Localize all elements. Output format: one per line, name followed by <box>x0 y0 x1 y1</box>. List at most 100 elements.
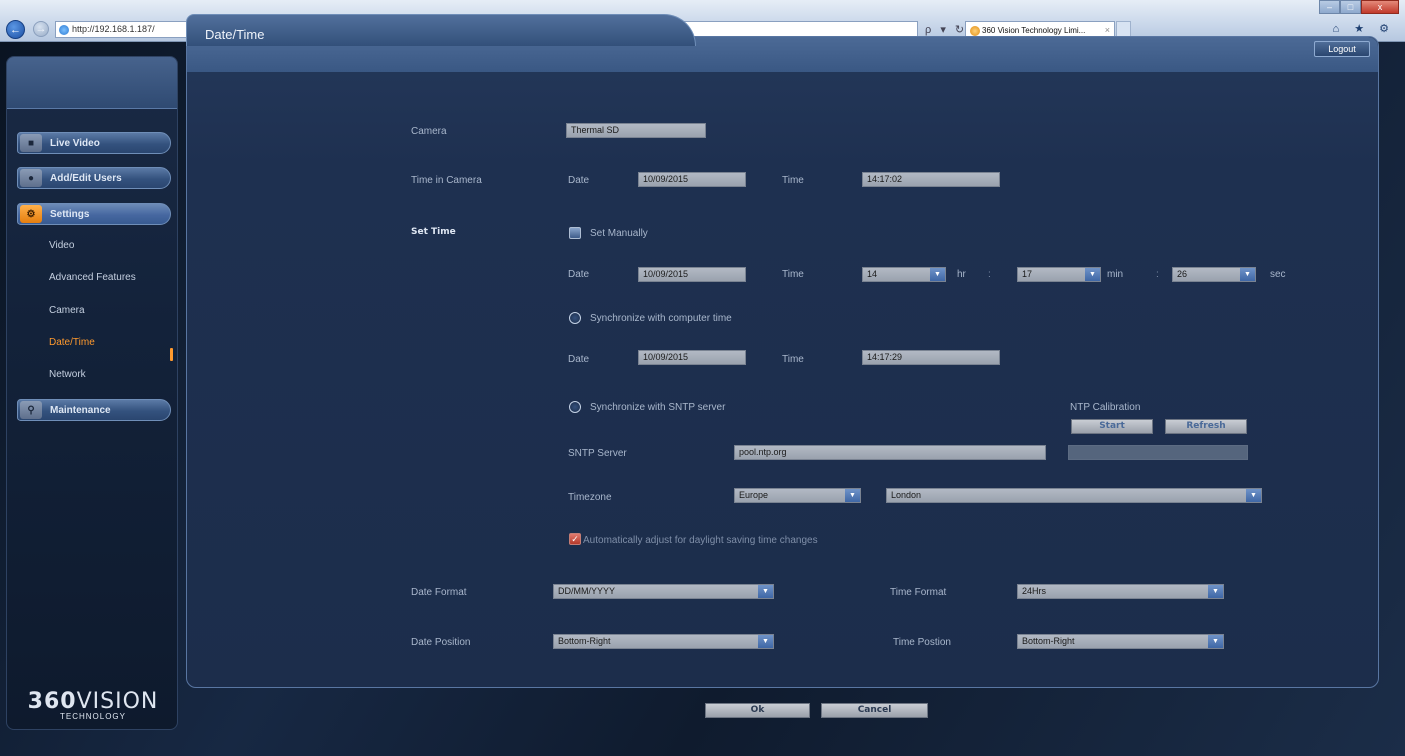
sidebar-item-video[interactable]: Video <box>49 240 74 251</box>
timezone-region-select[interactable]: Europe ▼ <box>734 488 861 503</box>
hour-select[interactable]: 14 ▼ <box>862 267 946 282</box>
sidebar: ■ Live Video ● Add/Edit Users ⚙ Settings… <box>6 56 178 730</box>
date-format-value: DD/MM/YYYY <box>558 586 616 596</box>
second-value: 26 <box>1177 269 1188 279</box>
dst-checkbox[interactable]: ✓ <box>569 533 581 545</box>
camera-name-field[interactable]: Thermal SD <box>566 123 706 138</box>
logo-wordmark: 360VISION <box>15 689 171 714</box>
minute-select[interactable]: 17 ▼ <box>1017 267 1101 282</box>
min-unit-label: min <box>1107 269 1124 280</box>
timezone-city-select[interactable]: London ▼ <box>886 488 1262 503</box>
computer-time-label: Time <box>782 354 804 365</box>
sidebar-header <box>7 57 177 109</box>
time-separator: : <box>1156 269 1159 280</box>
sync-sntp-radio[interactable] <box>569 401 581 413</box>
chevron-down-icon: ▼ <box>1208 635 1223 648</box>
ntp-start-button[interactable]: Start <box>1071 419 1153 434</box>
set-time-heading: Set Time <box>411 227 456 237</box>
ok-button[interactable]: Ok <box>705 703 810 718</box>
computer-date-field: 10/09/2015 <box>638 350 746 365</box>
chevron-down-icon: ▼ <box>1246 489 1261 502</box>
cancel-button[interactable]: Cancel <box>821 703 928 718</box>
time-format-value: 24Hrs <box>1022 586 1047 596</box>
forward-button[interactable]: → <box>33 21 49 37</box>
logout-button[interactable]: Logout <box>1314 41 1370 57</box>
date-position-select[interactable]: Bottom-Right ▼ <box>553 634 774 649</box>
date-position-value: Bottom-Right <box>558 636 611 646</box>
dst-label: Automatically adjust for daylight saving… <box>583 535 818 546</box>
chevron-down-icon: ▼ <box>1240 268 1255 281</box>
maximize-button[interactable]: □ <box>1340 0 1361 14</box>
sidebar-item-camera[interactable]: Camera <box>49 305 85 316</box>
sidebar-item-advanced-features[interactable]: Advanced Features <box>49 272 136 283</box>
hr-unit-label: hr <box>957 269 966 280</box>
hour-value: 14 <box>867 269 878 279</box>
sntp-server-field[interactable]: pool.ntp.org <box>734 445 1046 460</box>
chevron-down-icon: ▼ <box>1208 585 1223 598</box>
minimize-button[interactable]: – <box>1319 0 1340 14</box>
menu-add-edit-users[interactable]: ● Add/Edit Users <box>17 167 171 189</box>
ntp-refresh-button[interactable]: Refresh <box>1165 419 1247 434</box>
time-in-camera-label: Time in Camera <box>411 175 482 186</box>
back-button[interactable]: ← <box>6 20 25 39</box>
window-controls: – □ x <box>1319 0 1399 14</box>
menu-label: Add/Edit Users <box>50 172 122 184</box>
page-title: Date/Time <box>205 27 265 42</box>
time-format-select[interactable]: 24Hrs ▼ <box>1017 584 1224 599</box>
menu-label: Settings <box>50 208 90 220</box>
tab-close-icon[interactable]: × <box>1105 25 1110 35</box>
ie-icon <box>59 25 69 35</box>
menu-settings[interactable]: ⚙ Settings <box>17 203 171 225</box>
logo-bold: 360 <box>27 689 77 714</box>
timezone-label: Timezone <box>568 492 612 503</box>
time-position-select[interactable]: Bottom-Right ▼ <box>1017 634 1224 649</box>
date-format-select[interactable]: DD/MM/YYYY ▼ <box>553 584 774 599</box>
minute-value: 17 <box>1022 269 1033 279</box>
time-position-label: Time Postion <box>893 637 951 648</box>
sidebar-item-date-time[interactable]: Date/Time <box>49 337 95 348</box>
time-format-label: Time Format <box>890 587 947 598</box>
time-position-value: Bottom-Right <box>1022 636 1075 646</box>
ntp-calibration-label: NTP Calibration <box>1070 402 1141 413</box>
manual-date-field[interactable]: 10/09/2015 <box>638 267 746 282</box>
forward-arrow-icon: → <box>35 23 47 35</box>
logo-thin: VISION <box>76 689 159 714</box>
set-manually-label: Set Manually <box>590 228 648 239</box>
menu-maintenance[interactable]: ⚲ Maintenance <box>17 399 171 421</box>
active-item-marker <box>170 348 173 361</box>
check-icon: ✓ <box>571 533 579 544</box>
home-favorites-settings-icons[interactable]: ⌂ ★ ⚙ <box>1333 22 1395 35</box>
second-select[interactable]: 26 ▼ <box>1172 267 1256 282</box>
chevron-down-icon: ▼ <box>1085 268 1100 281</box>
tab-title: 360 Vision Technology Limi... <box>982 26 1086 35</box>
timezone-city-value: London <box>891 490 922 500</box>
date-format-label: Date Format <box>411 587 467 598</box>
company-logo: 360VISION TECHNOLOGY <box>15 689 171 721</box>
address-url: http://192.168.1.187/ <box>72 24 155 34</box>
magnifier-icon: ⚲ <box>20 401 42 419</box>
sidebar-item-network[interactable]: Network <box>49 369 86 380</box>
back-arrow-icon: ← <box>10 23 21 36</box>
camera-time-label: Time <box>782 175 804 186</box>
sntp-server-label: SNTP Server <box>568 448 627 459</box>
menu-live-video[interactable]: ■ Live Video <box>17 132 171 154</box>
computer-time-field: 14:17:29 <box>862 350 1000 365</box>
date-position-label: Date Position <box>411 637 471 648</box>
sync-computer-radio[interactable] <box>569 312 581 324</box>
chevron-down-icon: ▼ <box>758 585 773 598</box>
camera-time-field: 14:17:02 <box>862 172 1000 187</box>
settings-icon: ⚙ <box>20 205 42 223</box>
manual-date-label: Date <box>568 269 590 280</box>
timezone-region-value: Europe <box>739 490 769 500</box>
menu-label: Maintenance <box>50 404 111 416</box>
chevron-down-icon: ▼ <box>758 635 773 648</box>
sync-computer-label: Synchronize with computer time <box>590 313 732 324</box>
user-icon: ● <box>20 169 42 187</box>
camera-date-field: 10/09/2015 <box>638 172 746 187</box>
computer-date-label: Date <box>568 354 590 365</box>
close-window-button[interactable]: x <box>1361 0 1399 14</box>
site-favicon-icon <box>970 26 980 36</box>
camera-label: Camera <box>411 126 447 137</box>
search-refresh-icons[interactable]: ρ ▾ ↻ <box>925 23 967 36</box>
set-manually-checkbox[interactable] <box>569 227 581 239</box>
